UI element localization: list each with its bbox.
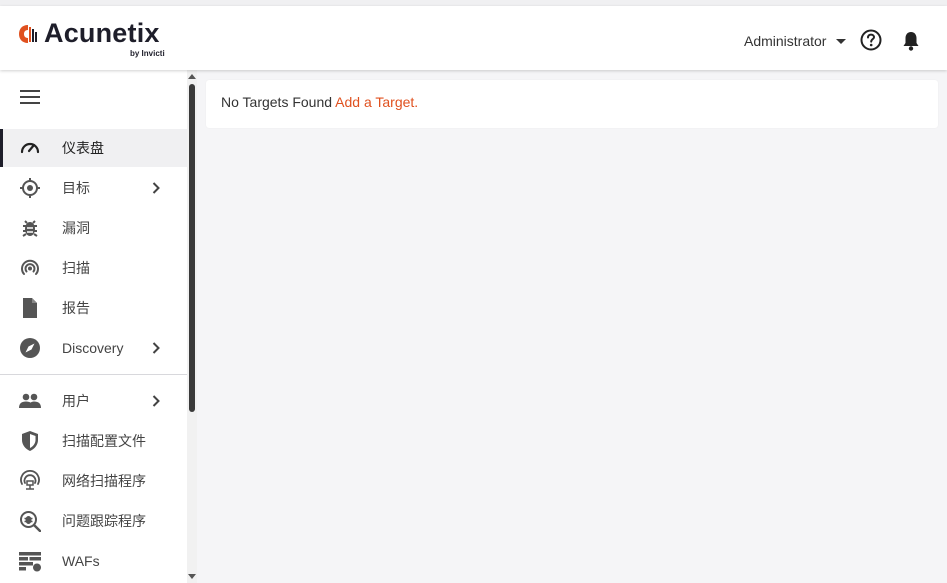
sidebar-item-label: 仪表盘 xyxy=(62,140,104,156)
empty-state-message: No Targets Found Add a Target. xyxy=(221,94,418,110)
acunetix-logo[interactable]: Acunetix by Invicti xyxy=(18,18,178,64)
scroll-down-arrow-icon[interactable] xyxy=(188,574,196,579)
chevron-right-icon xyxy=(152,342,160,354)
network-scanner-icon xyxy=(20,470,40,490)
no-targets-text: No Targets Found xyxy=(221,94,333,110)
sidebar-item-targets[interactable]: 目标 xyxy=(0,169,187,207)
firewall-icon xyxy=(19,552,41,572)
add-target-link[interactable]: Add a Target. xyxy=(335,94,418,110)
help-icon[interactable] xyxy=(860,29,882,51)
sidebar-item-label: 报告 xyxy=(62,300,90,316)
bell-icon[interactable] xyxy=(901,30,921,52)
chevron-right-icon xyxy=(152,182,160,194)
issue-tracker-icon xyxy=(20,511,41,532)
sidebar-item-label: 扫描配置文件 xyxy=(62,433,146,449)
scroll-up-arrow-icon[interactable] xyxy=(188,74,196,79)
sidebar-item-scans[interactable]: 扫描 xyxy=(0,249,187,287)
sidebar-item-label: Discovery xyxy=(62,340,124,356)
sidebar-item-discovery[interactable]: Discovery xyxy=(0,329,187,367)
crosshair-icon xyxy=(20,178,40,198)
caret-down-icon xyxy=(836,38,847,44)
document-icon xyxy=(23,298,37,318)
user-menu-dropdown[interactable]: Administrator xyxy=(744,31,847,51)
sidebar-item-label: 扫描 xyxy=(62,260,90,276)
logo-subtitle: by Invicti xyxy=(130,49,165,58)
sidebar-item-label: 目标 xyxy=(62,180,90,196)
compass-icon xyxy=(20,338,40,358)
scan-radar-icon xyxy=(21,259,39,275)
sidebar-item-label: 问题跟踪程序 xyxy=(62,513,146,529)
shield-icon xyxy=(22,431,38,451)
logo-text: Acunetix xyxy=(44,18,160,48)
users-icon xyxy=(19,393,41,408)
bug-icon xyxy=(22,220,38,237)
sidebar-item-vulnerabilities[interactable]: 漏洞 xyxy=(0,209,187,247)
sidebar-item-label: WAFs xyxy=(62,553,100,569)
sidebar-item-dashboard[interactable]: 仪表盘 xyxy=(0,129,187,167)
sidebar-item-users[interactable]: 用户 xyxy=(0,382,187,420)
sidebar-item-network-scanner[interactable]: 网络扫描程序 xyxy=(0,462,187,500)
sidebar-scrollbar[interactable] xyxy=(187,70,197,583)
sidebar-item-label: 网络扫描程序 xyxy=(62,473,146,489)
targets-empty-card: No Targets Found Add a Target. xyxy=(206,80,938,128)
sidebar-divider xyxy=(0,374,187,375)
sidebar-item-issue-trackers[interactable]: 问题跟踪程序 xyxy=(0,502,187,540)
sidebar-item-wafs[interactable]: WAFs xyxy=(0,542,187,580)
dashboard-gauge-icon xyxy=(20,142,40,154)
user-name: Administrator xyxy=(744,33,827,49)
sidebar-item-scan-profiles[interactable]: 扫描配置文件 xyxy=(0,422,187,460)
sidebar-item-label: 用户 xyxy=(62,393,90,409)
chevron-right-icon xyxy=(152,395,160,407)
scrollbar-thumb[interactable] xyxy=(189,84,195,412)
hamburger-menu-icon[interactable] xyxy=(20,90,40,108)
sidebar-item-label: 漏洞 xyxy=(62,220,90,236)
acunetix-logo-icon xyxy=(19,25,37,43)
sidebar-item-reports[interactable]: 报告 xyxy=(0,289,187,327)
sidebar-nav: 仪表盘 目标 漏洞 扫描 报告 Discovery 用户 扫描配置文件 网络扫描… xyxy=(0,70,187,583)
app-header: Acunetix by Invicti Administrator xyxy=(0,6,947,70)
